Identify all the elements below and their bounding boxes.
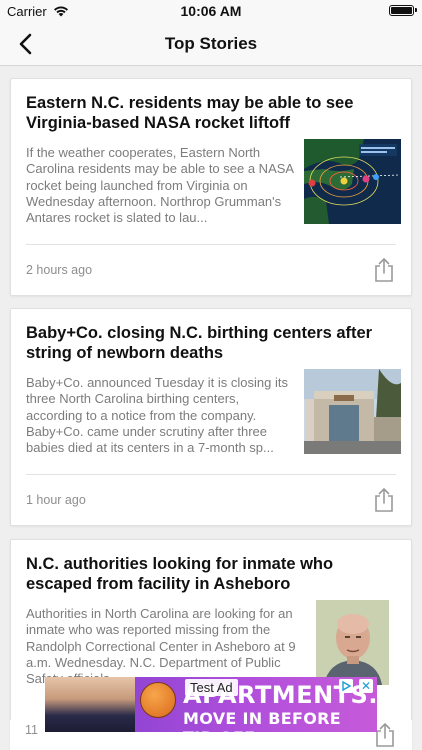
- story-thumbnail[interactable]: [304, 139, 401, 224]
- ad-tagline: MOVE IN BEFORE TIP-OFF.: [183, 709, 341, 732]
- timestamp: 1 hour ago: [26, 493, 86, 507]
- story-summary: Authorities in North Carolina are lookin…: [26, 606, 296, 686]
- story-card[interactable]: Baby+Co. closing N.C. birthing centers a…: [10, 308, 412, 526]
- navigation-bar: Top Stories: [0, 22, 422, 66]
- ad-person-image: [45, 677, 135, 732]
- timestamp: 2 hours ago: [26, 263, 93, 277]
- page-title: Top Stories: [164, 34, 258, 53]
- story-summary: If the weather cooperates, Eastern North…: [26, 145, 294, 226]
- basketball-icon: [140, 682, 176, 718]
- close-icon[interactable]: ✕: [359, 679, 373, 693]
- story-summary: Baby+Co. announced Tuesday it is closing…: [26, 375, 288, 456]
- divider: [26, 244, 396, 245]
- inmate-mugshot-image: [316, 600, 389, 685]
- story-headline[interactable]: N.C. authorities looking for inmate who …: [26, 554, 391, 594]
- status-bar: Carrier 10:06 AM: [0, 0, 422, 22]
- story-headline[interactable]: Eastern N.C. residents may be able to se…: [26, 93, 391, 133]
- battery-icon: [389, 5, 417, 16]
- birthing-center-building-image: [304, 369, 401, 454]
- divider: [26, 474, 396, 475]
- story-headline[interactable]: Baby+Co. closing N.C. birthing centers a…: [26, 323, 391, 363]
- story-thumbnail[interactable]: [316, 600, 389, 685]
- rocket-path-map-image: [304, 139, 401, 224]
- share-icon[interactable]: [374, 722, 396, 748]
- ad-banner[interactable]: APARTMENTS.COM MOVE IN BEFORE TIP-OFF. T…: [45, 677, 377, 732]
- story-thumbnail[interactable]: [304, 369, 401, 454]
- share-icon[interactable]: [373, 257, 395, 283]
- ad-choices-icon[interactable]: [339, 679, 353, 693]
- clock: 10:06 AM: [180, 3, 242, 19]
- share-icon[interactable]: [373, 487, 395, 513]
- story-card[interactable]: Eastern N.C. residents may be able to se…: [10, 78, 412, 296]
- test-ad-label: Test Ad: [185, 679, 238, 696]
- timestamp: 11: [25, 723, 38, 737]
